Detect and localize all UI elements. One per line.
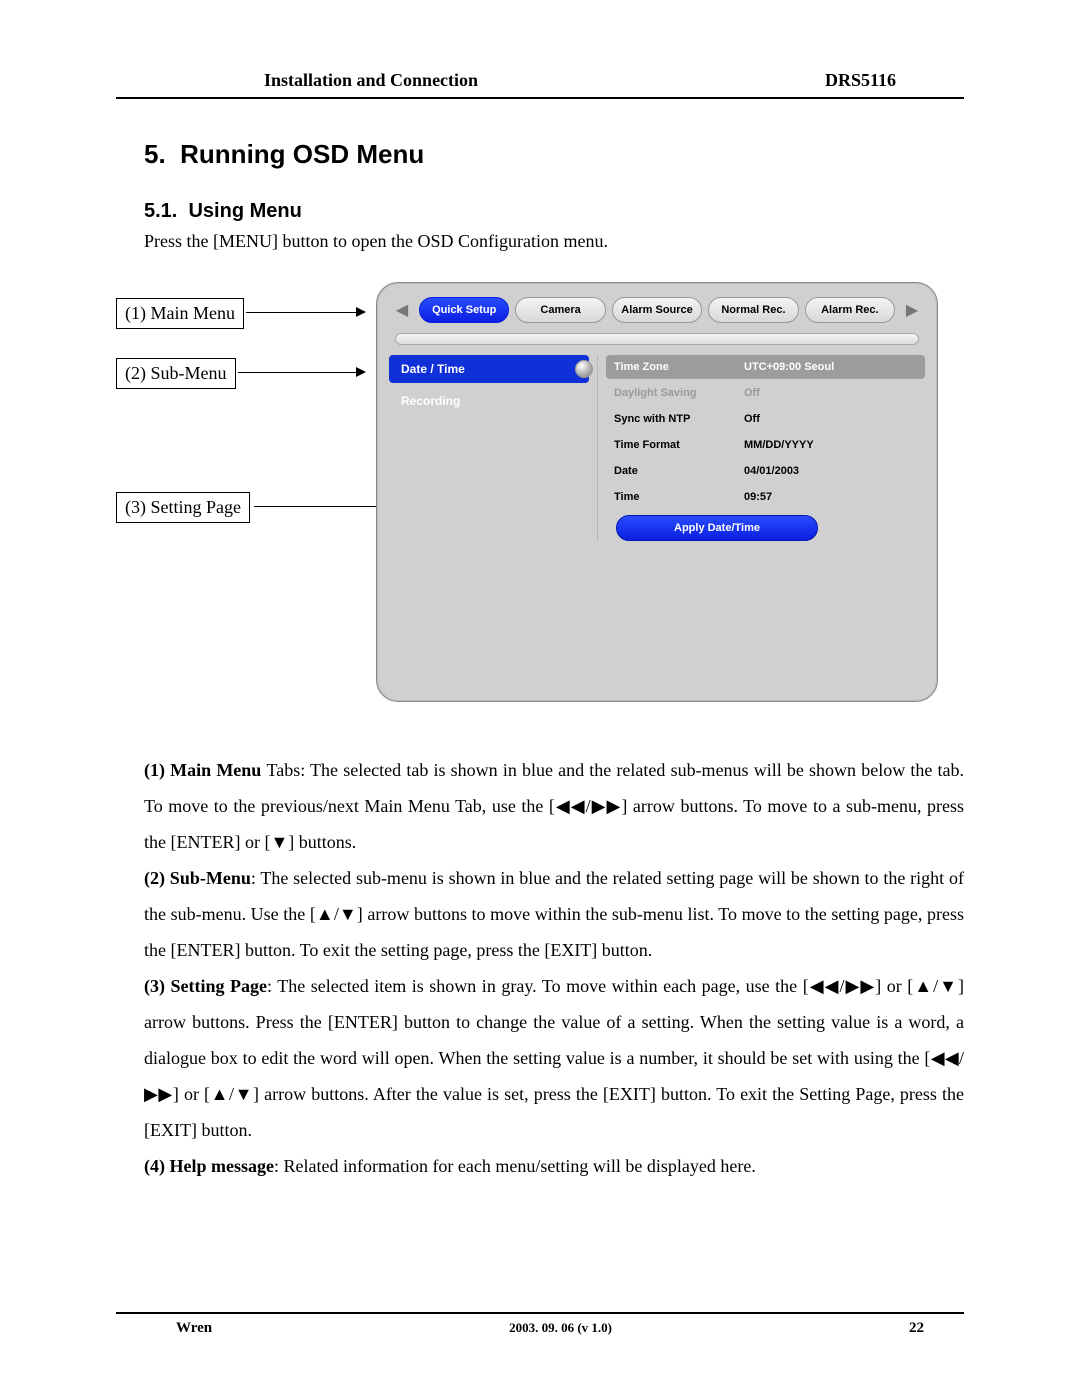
- footer-center: 2003. 09. 06 (v 1.0): [509, 1320, 612, 1337]
- footer-page-number: 22: [909, 1320, 924, 1337]
- description-text: (1) Main Menu Tabs: The selected tab is …: [144, 752, 964, 1184]
- header-left: Installation and Connection: [264, 70, 478, 91]
- setting-daylight-saving[interactable]: Daylight Saving Off: [606, 381, 925, 405]
- tab-alarm-rec[interactable]: Alarm Rec.: [805, 297, 895, 323]
- page-footer: Wren 2003. 09. 06 (v 1.0) 22: [116, 1312, 964, 1337]
- setting-time[interactable]: Time 09:57: [606, 485, 925, 509]
- scroll-right-icon[interactable]: ▶: [901, 299, 923, 321]
- tab-normal-rec[interactable]: Normal Rec.: [708, 297, 798, 323]
- osd-panel: ◀ Quick Setup Camera Alarm Source Normal…: [376, 282, 938, 702]
- callout-main-menu: (1) Main Menu: [116, 298, 244, 329]
- header-right: DRS5116: [825, 70, 896, 91]
- setting-sync-ntp[interactable]: Sync with NTP Off: [606, 407, 925, 431]
- callout-sub-menu: (2) Sub-Menu: [116, 358, 236, 389]
- footer-left: Wren: [176, 1320, 212, 1337]
- tab-alarm-source[interactable]: Alarm Source: [612, 297, 702, 323]
- apply-date-time-button[interactable]: Apply Date/Time: [616, 515, 818, 541]
- page-header: Installation and Connection DRS5116: [116, 70, 964, 99]
- setting-time-format[interactable]: Time Format MM/DD/YYYY: [606, 433, 925, 457]
- sub-menu-list: Date / Time Recording: [389, 355, 589, 541]
- subsection-heading: 5.1. Using Menu: [144, 200, 964, 223]
- setting-date[interactable]: Date 04/01/2003: [606, 459, 925, 483]
- scroll-left-icon[interactable]: ◀: [391, 299, 413, 321]
- tab-quick-setup[interactable]: Quick Setup: [419, 297, 509, 323]
- figure: (1) Main Menu (2) Sub-Menu (3) Setting P…: [116, 282, 964, 722]
- submenu-date-time[interactable]: Date / Time: [389, 355, 589, 383]
- intro-text: Press the [MENU] button to open the OSD …: [144, 231, 964, 252]
- callout-setting-page: (3) Setting Page: [116, 492, 250, 523]
- tab-camera[interactable]: Camera: [515, 297, 605, 323]
- submenu-recording[interactable]: Recording: [389, 387, 589, 415]
- indicator-icon: [575, 360, 593, 378]
- section-heading: 5. Running OSD Menu: [144, 139, 964, 170]
- main-menu-tabs: ◀ Quick Setup Camera Alarm Source Normal…: [377, 283, 937, 323]
- setting-time-zone[interactable]: Time Zone UTC+09:00 Seoul: [606, 355, 925, 379]
- setting-page: Time Zone UTC+09:00 Seoul Daylight Savin…: [597, 355, 925, 541]
- tab-track: [395, 333, 919, 345]
